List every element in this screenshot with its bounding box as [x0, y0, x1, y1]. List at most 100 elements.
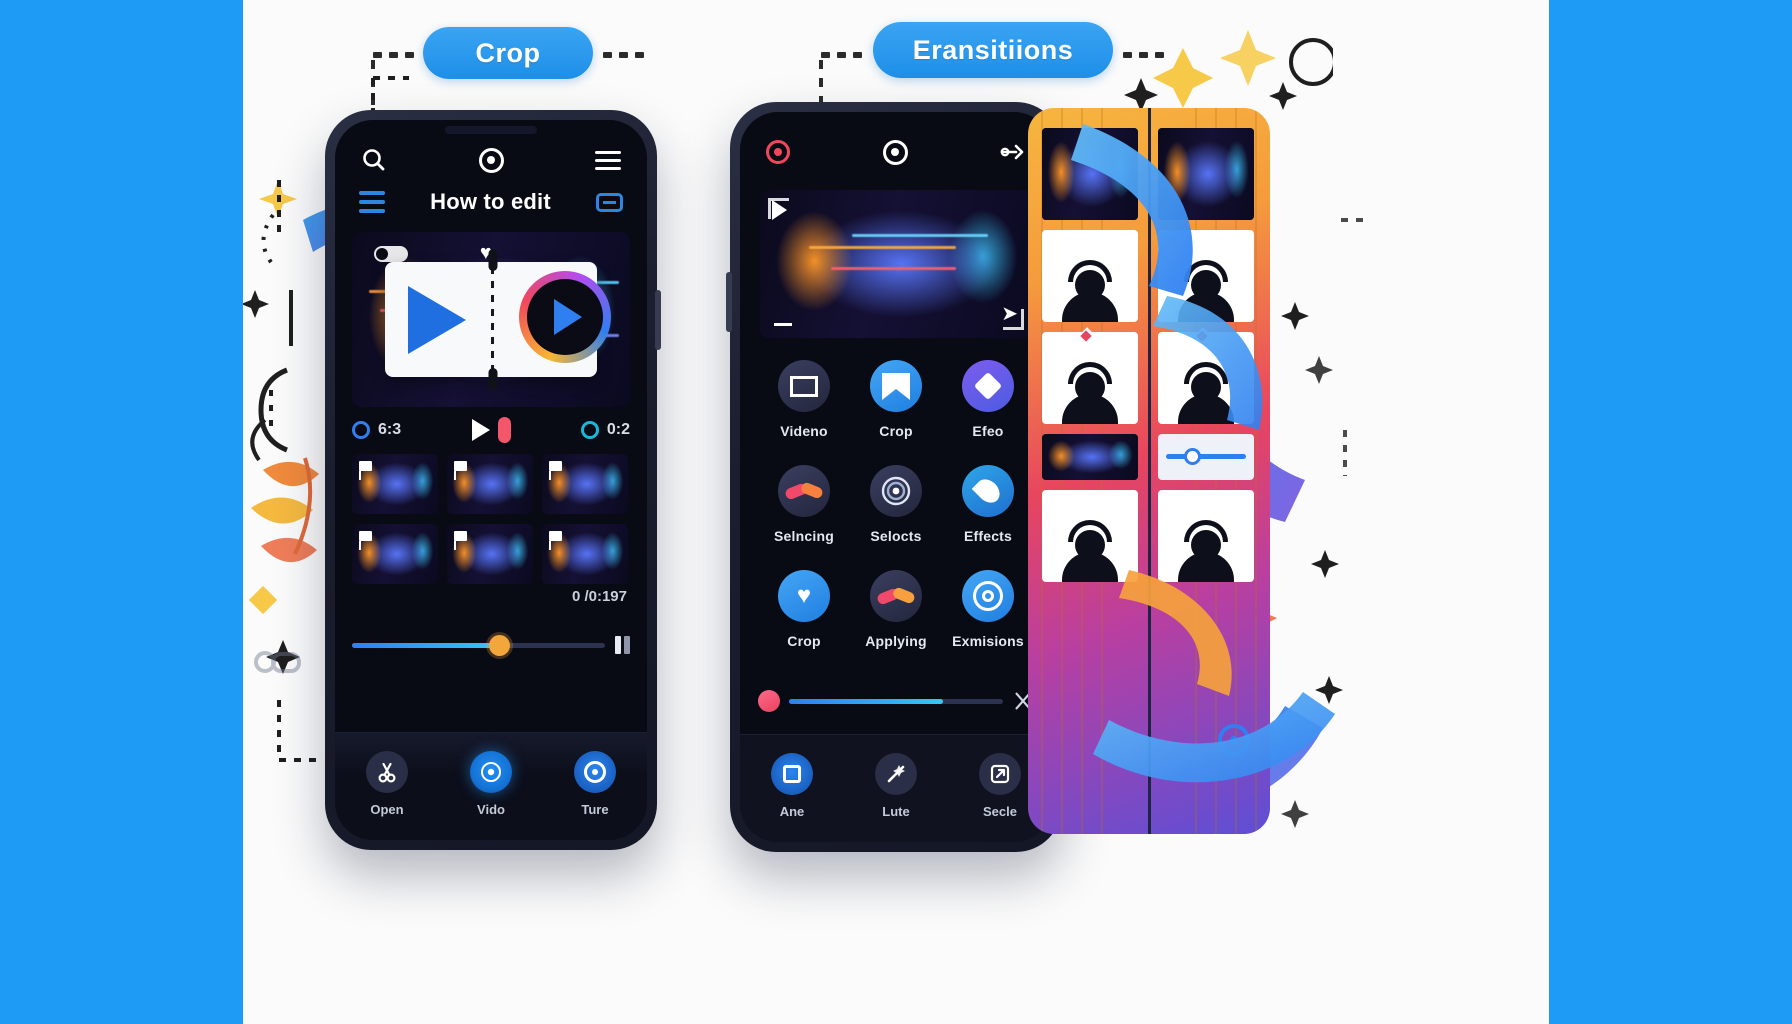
tool-item-selocts[interactable]: Selocts — [853, 465, 939, 544]
tool-label: Crop — [787, 633, 821, 649]
tool-label: Efeo — [972, 423, 1004, 439]
tool-item-crop-2[interactable]: ♥ Crop — [761, 570, 847, 649]
send-icon[interactable]: ➤ — [1001, 301, 1018, 326]
scrubber-fill — [352, 642, 499, 648]
tool-grid: Videno Crop Efeo Selncing Selocts Effect… — [758, 360, 1034, 649]
nav-label: Ane — [779, 804, 805, 819]
phone2-side-button[interactable] — [726, 272, 732, 332]
tool-item-crop[interactable]: Crop — [853, 360, 939, 439]
tool-item-selncing[interactable]: Selncing — [761, 465, 847, 544]
record-icon[interactable] — [766, 140, 790, 164]
square-icon — [771, 753, 813, 795]
pause-icon[interactable] — [615, 636, 630, 654]
tool-label: Exmisions — [952, 633, 1024, 649]
flag-icon — [359, 531, 372, 550]
tool-item-effects[interactable]: Effects — [945, 465, 1031, 544]
phone1-side-button[interactable] — [655, 290, 661, 350]
page-title: How to edit — [430, 189, 551, 214]
timecode-left-icon — [352, 421, 370, 439]
illustration-canvas: Crop Eransitiions How to edit ♥ 6:3 0:2 … — [243, 0, 1549, 1024]
duration-overlay: 0 /0:197 — [571, 588, 627, 605]
record-icon[interactable] — [497, 417, 511, 443]
tool-grid-row: Videno Crop Efeo — [758, 360, 1034, 439]
flag-icon — [549, 531, 562, 550]
play-icon[interactable] — [471, 419, 490, 441]
target-icon[interactable] — [478, 147, 504, 173]
image-icon — [778, 360, 830, 412]
clip-thumbnail[interactable] — [352, 454, 438, 514]
phone2-preview-background — [760, 190, 1032, 338]
timecode-right: 0:2 — [580, 421, 630, 439]
clip-thumbnail[interactable] — [447, 454, 533, 514]
nav-item-lute[interactable]: Lute — [855, 753, 937, 819]
phone-mockup-2: ➤ Videno Crop Efeo Selncing Selocts Effe… — [726, 102, 1062, 852]
nav-item-vido[interactable]: Vido — [450, 751, 532, 817]
tools-icon — [778, 465, 830, 517]
phone2-scrubber[interactable] — [758, 688, 1034, 714]
nav-item-open[interactable]: Open — [346, 751, 428, 817]
clip-thumbnail[interactable] — [352, 524, 438, 584]
tool-item-efeo[interactable]: Efeo — [945, 360, 1031, 439]
phone2-scrubber-fill — [789, 698, 944, 704]
menu-icon[interactable] — [595, 150, 621, 170]
phone2-scrubber-track[interactable] — [789, 698, 1003, 704]
tool-label: Applying — [865, 633, 927, 649]
phone1-bottom-nav: Open Vido Ture — [335, 732, 647, 840]
callout-pill-transitions-label: Eransitiions — [912, 34, 1074, 65]
nav-label: Vido — [477, 802, 505, 817]
dotted-connector-left — [373, 52, 414, 58]
tool-item-videno[interactable]: Videno — [761, 360, 847, 439]
minus-icon[interactable] — [774, 323, 792, 326]
heart-icon: ♥ — [778, 570, 830, 622]
dotted-connector-trans-right — [1123, 52, 1164, 58]
phone1-statusbar — [335, 138, 647, 182]
thumbnail-row — [352, 454, 630, 514]
link-icon[interactable] — [1000, 141, 1026, 163]
scrubber-track[interactable] — [352, 634, 605, 656]
tool-label: Selncing — [774, 528, 834, 544]
lens-icon — [870, 465, 922, 517]
clip-thumbnail[interactable] — [542, 524, 628, 584]
transport-controls[interactable] — [471, 417, 511, 443]
thumbnail-row — [352, 524, 630, 584]
nav-label: Lute — [882, 804, 910, 819]
tool-label: Selocts — [870, 528, 922, 544]
clip-thumbnail[interactable] — [542, 454, 628, 514]
caption-icon[interactable] — [596, 192, 623, 212]
play-circle-icon[interactable] — [518, 270, 611, 363]
hamburger-icon[interactable] — [359, 191, 385, 213]
nav-item-ane[interactable]: Ane — [751, 753, 833, 819]
timecode-left-value: 6:3 — [378, 421, 402, 438]
phone2-video-preview[interactable]: ➤ — [760, 190, 1032, 338]
flag-icon — [454, 461, 467, 480]
tool-label: Crop — [879, 423, 913, 439]
video-preview[interactable]: ♥ — [352, 232, 630, 407]
diamond-icon — [962, 360, 1014, 412]
phone-mockup-1: How to edit ♥ 6:3 0:2 0 /0:197 Open Vido… — [325, 110, 661, 850]
timeline-scrubber[interactable] — [352, 632, 630, 658]
timecode-row: 6:3 0:2 — [352, 416, 630, 444]
phone2-bottom-nav: Ane Lute Secle — [740, 734, 1052, 842]
scrubber-knob[interactable] — [488, 634, 510, 656]
scrub-knob[interactable] — [758, 690, 780, 712]
dotted-connector-crop-right — [603, 52, 644, 58]
flag-icon — [549, 461, 562, 480]
collage-markers — [1077, 327, 1250, 756]
clip-thumbnail[interactable] — [447, 524, 533, 584]
timecode-right-icon — [580, 421, 599, 439]
play-triangle-icon[interactable] — [407, 286, 466, 355]
callout-pill-transitions[interactable]: Eransitiions — [873, 22, 1113, 78]
clip-thumbnail-grid — [352, 454, 630, 584]
preview-toggle[interactable] — [374, 246, 408, 262]
nav-label: Open — [370, 802, 404, 817]
split-divider — [488, 249, 497, 390]
callout-pill-crop-label: Crop — [475, 37, 541, 68]
target-icon[interactable] — [882, 139, 908, 165]
callout-pill-crop[interactable]: Crop — [423, 27, 593, 79]
dotted-connector-trans-left — [821, 52, 862, 58]
search-icon[interactable] — [361, 147, 387, 173]
tool-item-exmisions[interactable]: Exmisions — [945, 570, 1031, 649]
tool-item-applying[interactable]: Applying — [853, 570, 939, 649]
nav-item-ture[interactable]: Ture — [554, 751, 636, 817]
target-icon — [962, 570, 1014, 622]
